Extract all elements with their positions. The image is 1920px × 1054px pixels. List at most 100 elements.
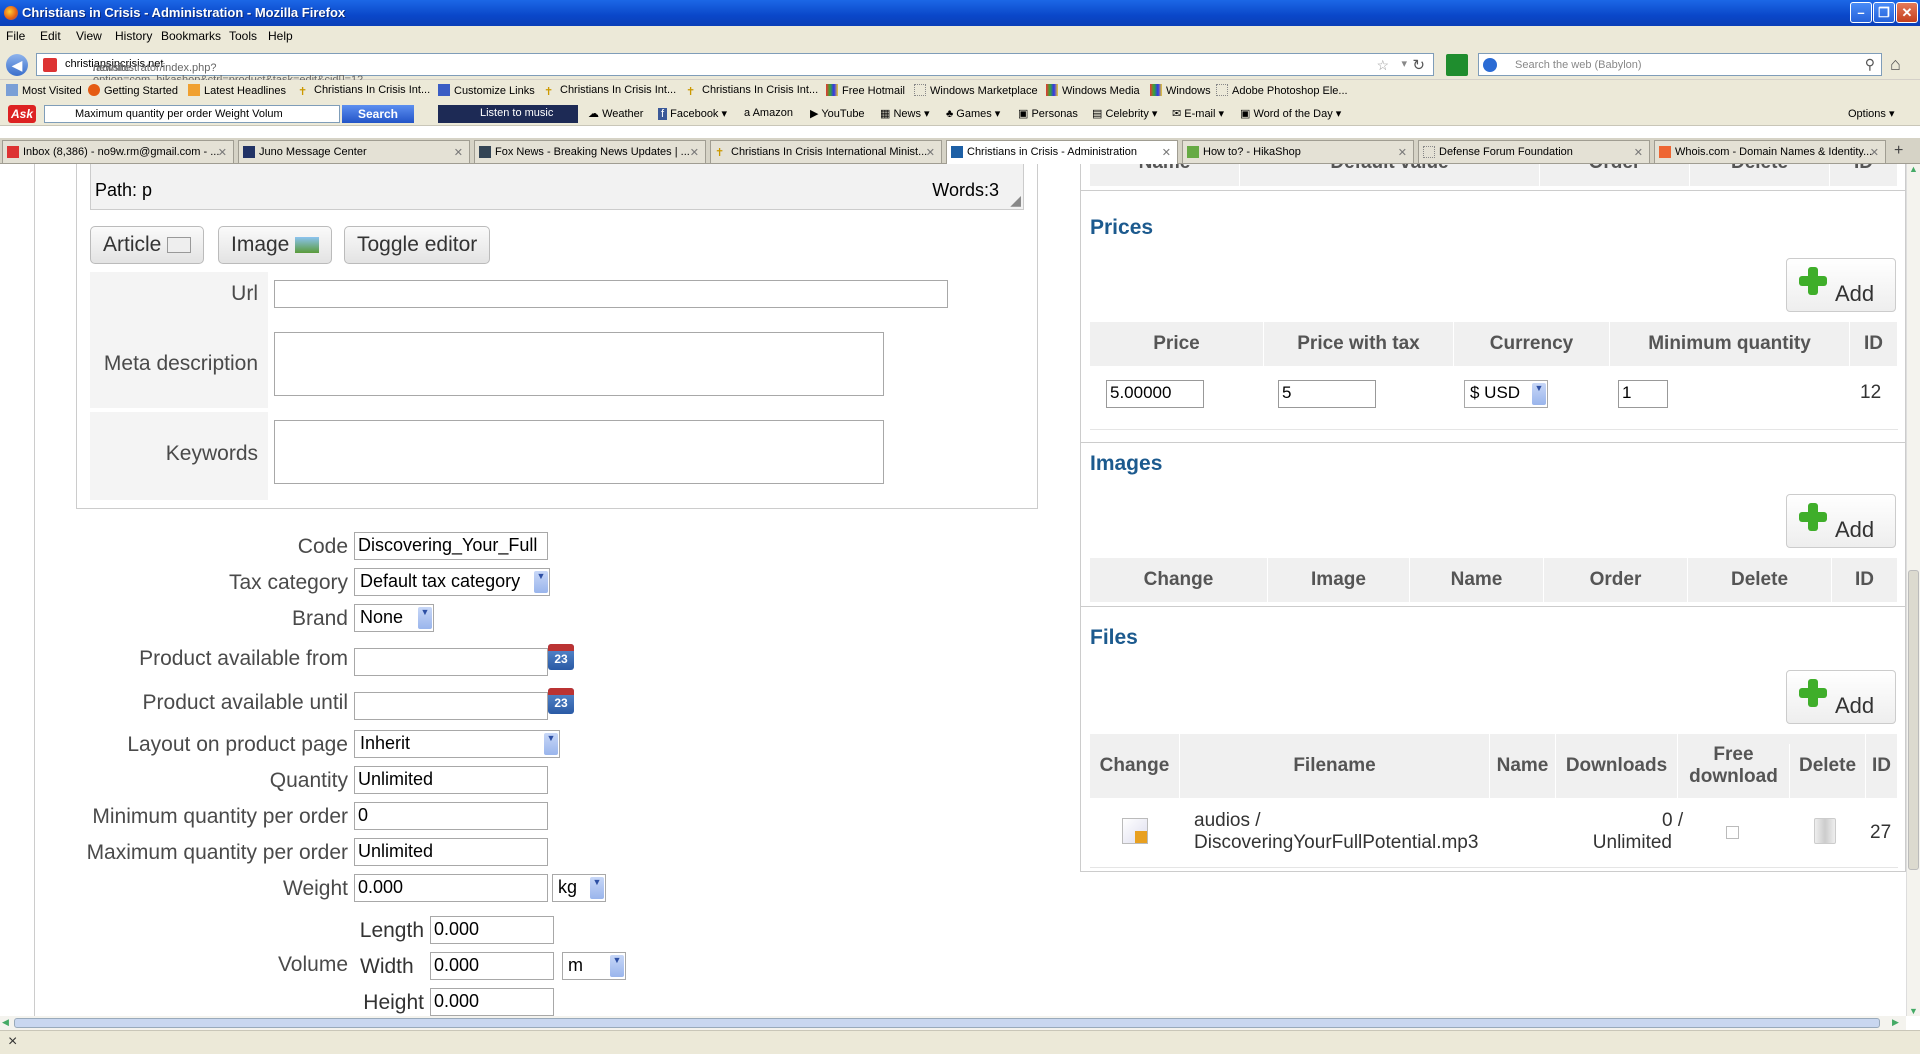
close-tab-icon[interactable]: ✕ bbox=[926, 146, 935, 159]
toolbar-amazon[interactable]: a Amazon bbox=[744, 107, 793, 119]
home-icon[interactable]: ⌂ bbox=[1890, 54, 1901, 75]
height-input[interactable]: 0.000 bbox=[430, 988, 554, 1016]
bookmark-christians-3[interactable]: ✝ Christians In Crisis Int... bbox=[686, 84, 818, 98]
toolbar-personas[interactable]: ▣ Personas bbox=[1018, 107, 1078, 120]
toolbar-word-of-the-day[interactable]: ▣ Word of the Day ▾ bbox=[1240, 107, 1341, 120]
min-quantity-input[interactable]: 0 bbox=[354, 802, 548, 830]
edit-file-icon[interactable] bbox=[1122, 818, 1148, 844]
toolbar-facebook[interactable]: f Facebook ▾ bbox=[658, 107, 727, 120]
calendar-icon[interactable]: 23 bbox=[548, 644, 574, 670]
menu-file[interactable]: File bbox=[6, 29, 25, 43]
ask-logo[interactable]: Ask bbox=[8, 105, 36, 123]
close-tab-icon[interactable]: ✕ bbox=[454, 146, 463, 159]
new-tab-button[interactable]: + bbox=[1894, 142, 1903, 160]
close-status-icon[interactable]: × bbox=[8, 1033, 17, 1051]
close-tab-icon[interactable]: ✕ bbox=[218, 146, 227, 159]
minimize-button[interactable]: – bbox=[1850, 2, 1872, 23]
toggle-editor-button[interactable]: Toggle editor bbox=[344, 226, 491, 264]
bookmark-christians-2[interactable]: ✝ Christians In Crisis Int... bbox=[544, 84, 676, 98]
toolbar-games[interactable]: ♣ Games ▾ bbox=[946, 107, 1000, 120]
listen-to-music-button[interactable]: Listen to music bbox=[438, 105, 578, 123]
bookmark-customize-links[interactable]: Customize Links bbox=[438, 84, 535, 97]
bookmark-getting-started[interactable]: Getting Started bbox=[88, 84, 178, 97]
weight-input[interactable]: 0.000 bbox=[354, 874, 548, 902]
tab-fox-news[interactable]: Fox News - Breaking News Updates | ... ✕ bbox=[474, 140, 706, 163]
close-tab-icon[interactable]: ✕ bbox=[690, 146, 699, 159]
addon-icon[interactable] bbox=[1446, 54, 1468, 76]
back-icon[interactable]: ◀ bbox=[6, 54, 28, 76]
calendar-icon[interactable]: 23 bbox=[548, 688, 574, 714]
toolbar-youtube[interactable]: ▶ YouTube bbox=[810, 107, 865, 120]
close-tab-icon[interactable]: ✕ bbox=[1870, 146, 1879, 159]
menu-view[interactable]: View bbox=[76, 29, 102, 43]
price-with-tax-input[interactable]: 5 bbox=[1278, 380, 1376, 408]
vertical-scrollbar[interactable]: ▲ ▼ bbox=[1906, 164, 1920, 1016]
tax-category-select[interactable]: Default tax category ▼ bbox=[354, 568, 550, 596]
url-input[interactable] bbox=[274, 280, 948, 308]
weight-unit-select[interactable]: kg ▼ bbox=[552, 874, 606, 902]
toolbar-options[interactable]: Options ▾ bbox=[1848, 107, 1895, 120]
menu-bookmarks[interactable]: Bookmarks bbox=[161, 29, 221, 43]
width-input[interactable]: 0.000 bbox=[430, 952, 554, 980]
add-image-button[interactable]: Add bbox=[1786, 494, 1896, 548]
bookmark-windows[interactable]: Windows bbox=[1150, 84, 1211, 97]
image-button[interactable]: Image bbox=[218, 226, 333, 264]
ask-search-button[interactable]: Search bbox=[342, 105, 414, 123]
scroll-down-icon[interactable]: ▼ bbox=[1909, 1006, 1918, 1016]
vertical-scroll-thumb[interactable] bbox=[1908, 570, 1919, 870]
close-tab-icon[interactable]: ✕ bbox=[1634, 146, 1643, 159]
scroll-right-icon[interactable]: ▶ bbox=[1892, 1017, 1899, 1028]
toolbar-email[interactable]: ✉ E-mail ▾ bbox=[1172, 107, 1224, 120]
horizontal-scrollbar[interactable]: ◀ ▶ bbox=[0, 1016, 1906, 1030]
tab-hikashop[interactable]: How to? - HikaShop ✕ bbox=[1182, 140, 1414, 163]
tab-whois[interactable]: Whois.com - Domain Names & Identity... ✕ bbox=[1654, 140, 1886, 163]
reload-icon[interactable]: ↻ bbox=[1412, 56, 1425, 74]
code-input[interactable]: Discovering_Your_Full bbox=[354, 532, 548, 560]
add-file-button[interactable]: Add bbox=[1786, 670, 1896, 724]
add-price-button[interactable]: Add bbox=[1786, 258, 1896, 312]
layout-select[interactable]: Inherit ▼ bbox=[354, 730, 560, 758]
volume-unit-select[interactable]: m ▼ bbox=[562, 952, 626, 980]
trash-icon[interactable] bbox=[1814, 818, 1836, 844]
minimum-quantity-input[interactable]: 1 bbox=[1618, 380, 1668, 408]
scroll-left-icon[interactable]: ◀ bbox=[2, 1017, 9, 1028]
dropdown-arrow-icon[interactable]: ▾ bbox=[1401, 57, 1407, 70]
bookmark-star-icon[interactable]: ☆ bbox=[1376, 57, 1389, 74]
free-download-checkbox[interactable] bbox=[1726, 826, 1739, 839]
keywords-textarea[interactable] bbox=[274, 420, 884, 484]
bookmark-windows-marketplace[interactable]: Windows Marketplace bbox=[914, 84, 1038, 97]
bookmark-most-visited[interactable]: Most Visited bbox=[6, 84, 82, 97]
menu-tools[interactable]: Tools bbox=[229, 29, 257, 43]
web-search-input[interactable]: Search the web (Babylon) ⚲ bbox=[1478, 53, 1882, 76]
tab-juno[interactable]: Juno Message Center ✕ bbox=[238, 140, 470, 163]
bookmark-christians-1[interactable]: ✝ Christians In Crisis Int... bbox=[298, 84, 430, 98]
currency-select[interactable]: $ USD ▼ bbox=[1464, 380, 1548, 408]
meta-description-textarea[interactable] bbox=[274, 332, 884, 396]
brand-select[interactable]: None ▼ bbox=[354, 604, 434, 632]
tab-christians-admin[interactable]: Christians in Crisis - Administration ✕ bbox=[946, 140, 1178, 164]
available-from-input[interactable] bbox=[354, 648, 548, 676]
tab-christians-international[interactable]: ✝ Christians In Crisis International Mini… bbox=[710, 140, 942, 163]
bookmark-latest-headlines[interactable]: Latest Headlines bbox=[188, 84, 286, 97]
search-icon[interactable]: ⚲ bbox=[1865, 56, 1875, 73]
quantity-input[interactable]: Unlimited bbox=[354, 766, 548, 794]
bookmark-adobe-photoshop[interactable]: Adobe Photoshop Ele... bbox=[1216, 84, 1348, 97]
horizontal-scroll-thumb[interactable] bbox=[14, 1018, 1880, 1028]
close-tab-icon[interactable]: ✕ bbox=[1162, 146, 1171, 159]
url-bar[interactable]: newsite. christiansincrisis.net/administr… bbox=[36, 53, 1434, 86]
article-button[interactable]: Article bbox=[90, 226, 205, 264]
bookmark-free-hotmail[interactable]: Free Hotmail bbox=[826, 84, 905, 97]
search-engine-icon[interactable] bbox=[1483, 58, 1497, 72]
toolbar-weather[interactable]: ☁ Weather bbox=[588, 107, 643, 120]
price-input[interactable]: 5.00000 bbox=[1106, 380, 1204, 408]
length-input[interactable]: 0.000 bbox=[430, 916, 554, 944]
close-window-button[interactable]: ✕ bbox=[1896, 2, 1918, 23]
toolbar-celebrity[interactable]: ▤ Celebrity ▾ bbox=[1092, 107, 1157, 120]
tab-defense-forum[interactable]: Defense Forum Foundation ✕ bbox=[1418, 140, 1650, 163]
max-quantity-input[interactable]: Unlimited bbox=[354, 838, 548, 866]
tab-gmail[interactable]: Inbox (8,386) - no9w.rm@gmail.com - ... ✕ bbox=[2, 140, 234, 163]
bookmark-windows-media[interactable]: Windows Media bbox=[1046, 84, 1140, 97]
maximize-button[interactable]: ❐ bbox=[1873, 2, 1895, 23]
menu-history[interactable]: History bbox=[115, 29, 152, 43]
menu-edit[interactable]: Edit bbox=[40, 29, 61, 43]
